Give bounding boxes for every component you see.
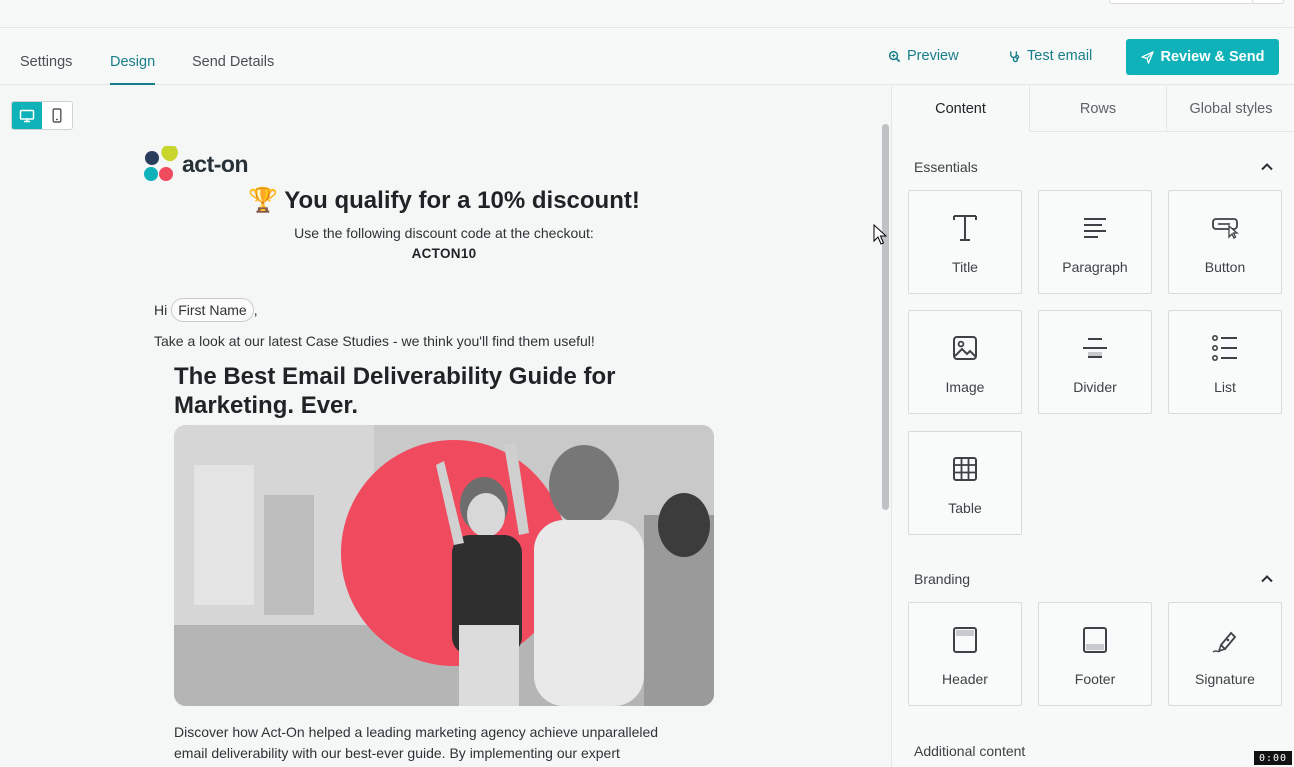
panel-tabs: Content Rows Global styles: [892, 86, 1294, 132]
hero-image[interactable]: [174, 425, 714, 706]
email-canvas: act-on 🏆 You qualify for a 10% discount!…: [0, 86, 891, 767]
tile-label: List: [1214, 379, 1236, 395]
tile-title[interactable]: Title: [908, 190, 1022, 294]
tile-footer[interactable]: Footer: [1038, 602, 1152, 706]
image-icon: [953, 336, 977, 360]
chevron-up-icon[interactable]: [1259, 571, 1275, 587]
tile-header[interactable]: Header: [908, 602, 1022, 706]
paper-plane-icon: [1140, 50, 1154, 64]
logo-text: act-on: [182, 151, 249, 177]
tab-global-styles[interactable]: Global styles: [1167, 86, 1294, 132]
table-icon: [953, 457, 977, 481]
first-name-token[interactable]: First Name: [171, 298, 254, 322]
guide-title[interactable]: The Best Email Deliverability Guide for …: [174, 362, 694, 420]
section-branding: Branding: [914, 571, 971, 587]
tile-label: Footer: [1074, 671, 1116, 687]
discount-code[interactable]: ACTON10: [144, 246, 744, 261]
review-send-button[interactable]: Review & Send: [1126, 39, 1279, 75]
greeting-line[interactable]: Hi First Name ,: [154, 298, 258, 322]
tile-image[interactable]: Image: [908, 310, 1022, 414]
test-email-button[interactable]: Test email: [1008, 48, 1092, 64]
canvas-scrollbar[interactable]: [882, 124, 889, 510]
tab-design-label: Design: [110, 54, 156, 70]
tile-divider[interactable]: Divider: [1038, 310, 1152, 414]
tile-list[interactable]: List: [1168, 310, 1282, 414]
tab-rows[interactable]: Rows: [1030, 86, 1167, 132]
footer-icon: [1083, 627, 1107, 653]
intro-text[interactable]: Take a look at our latest Case Studies -…: [154, 333, 595, 349]
tab-active-underline: [110, 83, 156, 85]
tile-label: Table: [948, 500, 982, 516]
tile-label: Divider: [1073, 379, 1117, 395]
preview-label: Preview: [907, 48, 959, 64]
trophy-icon: 🏆: [248, 187, 279, 214]
discount-text[interactable]: Use the following discount code at the c…: [144, 225, 744, 241]
tab-design[interactable]: Design: [110, 54, 156, 85]
tile-label: Paragraph: [1062, 259, 1128, 275]
tile-signature[interactable]: Signature: [1168, 602, 1282, 706]
tile-label: Title: [952, 259, 978, 275]
tab-settings[interactable]: Settings: [20, 54, 72, 70]
test-email-label: Test email: [1027, 48, 1093, 64]
tab-send-details[interactable]: Send Details: [192, 54, 274, 70]
hero-illustration: [174, 425, 714, 706]
zoom-icon: [888, 50, 901, 62]
tile-label: Header: [942, 671, 988, 687]
act-on-logo-mark: [144, 146, 178, 181]
act-on-logo: act-on: [144, 146, 249, 183]
divider-icon: [1083, 338, 1107, 358]
tab-content[interactable]: Content: [892, 86, 1030, 132]
tile-label: Button: [1204, 259, 1246, 275]
button-icon: [1212, 218, 1239, 239]
review-send-label: Review & Send: [1160, 49, 1265, 65]
top-button-stub[interactable]: [1252, 0, 1284, 4]
tile-label: Signature: [1195, 671, 1255, 687]
top-input-stub[interactable]: [1109, 0, 1264, 4]
stethoscope-icon: [1010, 50, 1020, 62]
greeting-word: Hi: [154, 302, 168, 318]
tile-paragraph[interactable]: Paragraph: [1038, 190, 1152, 294]
headline-text: You qualify for a 10% discount!: [284, 187, 640, 214]
header-icon: [953, 627, 977, 653]
description-text[interactable]: Discover how Act-On helped a leading mar…: [174, 722, 694, 764]
tile-button[interactable]: Button: [1168, 190, 1282, 294]
email-headline[interactable]: 🏆 You qualify for a 10% discount!: [144, 186, 744, 215]
tile-table[interactable]: Table: [908, 431, 1022, 535]
section-essentials: Essentials: [914, 159, 978, 175]
preview-button[interactable]: Preview: [888, 48, 959, 64]
chevron-up-icon[interactable]: [1259, 159, 1275, 175]
editor-tabbar: Settings Design Send Details Preview Tes…: [0, 28, 1294, 85]
list-icon: [1211, 334, 1237, 361]
content-panel: Content Rows Global styles Essentials Ti…: [891, 86, 1294, 767]
paragraph-icon: [1084, 218, 1106, 238]
mouse-cursor-icon: [873, 224, 887, 245]
top-strip: [0, 0, 1294, 28]
title-icon: [953, 215, 977, 241]
greeting-comma: ,: [253, 302, 258, 318]
section-additional-content: Additional content: [914, 743, 1026, 759]
tile-label: Image: [945, 379, 985, 395]
signature-pen-icon: [1212, 631, 1237, 653]
recording-timer: 0:00: [1254, 751, 1292, 765]
